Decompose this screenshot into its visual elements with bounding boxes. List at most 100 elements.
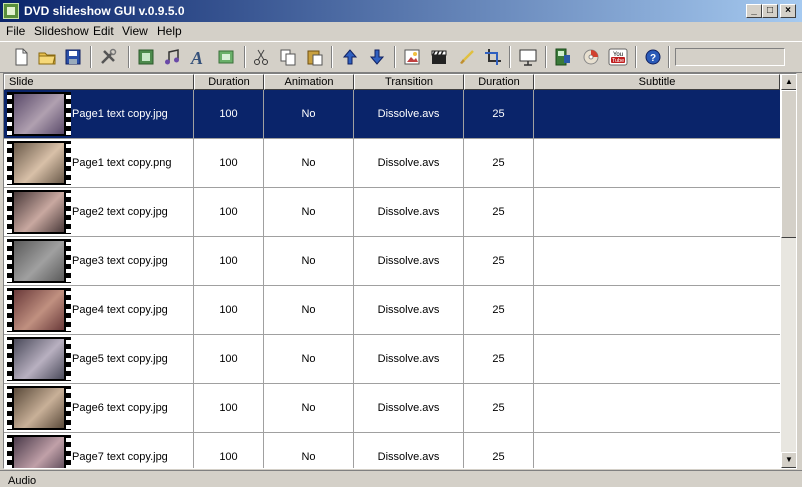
paste-icon[interactable] [305, 47, 325, 67]
table-row[interactable]: Page7 text copy.jpg 100 No Dissolve.avs … [4, 433, 780, 468]
duration-cell: 100 [194, 237, 264, 285]
slide-thumbnail [7, 239, 71, 283]
window-title: DVD slideshow GUI v.0.9.5.0 [24, 4, 185, 18]
column-header-slide[interactable]: Slide [4, 74, 194, 90]
brush-icon[interactable] [456, 47, 476, 67]
text-icon[interactable]: A [188, 47, 208, 67]
svg-text:A: A [190, 48, 203, 67]
menu-file[interactable]: File [6, 24, 25, 38]
subtitle-cell [534, 433, 780, 468]
table-row[interactable]: Page1 text copy.jpg 100 No Dissolve.avs … [4, 90, 780, 139]
transition-cell: Dissolve.avs [354, 335, 464, 383]
minimize-button[interactable]: _ [746, 4, 762, 18]
column-header-duration[interactable]: Duration [194, 74, 264, 90]
menu-view[interactable]: View [122, 24, 148, 38]
youtube-icon[interactable]: You Tube [608, 47, 628, 67]
slide-name-cell: Page1 text copy.jpg [4, 90, 194, 138]
subtitle-cell [534, 286, 780, 334]
table-row[interactable]: Page1 text copy.png 100 No Dissolve.avs … [4, 139, 780, 188]
table-row[interactable]: Page2 text copy.jpg 100 No Dissolve.avs … [4, 188, 780, 237]
add-slide-icon[interactable] [136, 47, 156, 67]
transition-cell: Dissolve.avs [354, 433, 464, 468]
vertical-scrollbar[interactable]: ▲ ▼ [781, 74, 796, 468]
animation-cell: No [264, 139, 354, 187]
transition-duration-cell: 25 [464, 335, 534, 383]
clapperboard-icon[interactable] [429, 47, 449, 67]
animation-cell: No [264, 335, 354, 383]
picture-icon[interactable] [216, 47, 236, 67]
preview-icon[interactable] [518, 47, 538, 67]
scroll-down-button[interactable]: ▼ [781, 452, 796, 468]
column-header-transition-duration[interactable]: Duration [464, 74, 534, 90]
toolbar-separator [128, 46, 130, 68]
open-folder-icon[interactable] [37, 47, 57, 67]
crop-icon[interactable] [483, 47, 503, 67]
transition-duration-cell: 25 [464, 433, 534, 468]
music-icon[interactable] [162, 47, 182, 67]
slide-thumbnail [7, 288, 71, 332]
animation-cell: No [264, 286, 354, 334]
help-icon[interactable]: ? [643, 47, 663, 67]
slide-filename: Page7 text copy.jpg [72, 451, 168, 463]
animation-cell: No [264, 237, 354, 285]
transition-cell: Dissolve.avs [354, 188, 464, 236]
table-row[interactable]: Page5 text copy.jpg 100 No Dissolve.avs … [4, 335, 780, 384]
slide-filename: Page6 text copy.jpg [72, 402, 168, 414]
new-file-icon[interactable] [11, 47, 31, 67]
transition-duration-cell: 25 [464, 237, 534, 285]
transition-duration-cell: 25 [464, 384, 534, 432]
column-header-transition[interactable]: Transition [354, 74, 464, 90]
move-up-icon[interactable] [340, 47, 360, 67]
menu-slideshow[interactable]: Slideshow [34, 24, 89, 38]
bottom-panel-divider [0, 470, 802, 484]
toolbar-separator [509, 46, 511, 68]
duration-cell: 100 [194, 335, 264, 383]
animation-cell: No [264, 384, 354, 432]
transition-cell: Dissolve.avs [354, 139, 464, 187]
slide-thumbnail [7, 337, 71, 381]
transition-duration-cell: 25 [464, 188, 534, 236]
table-row[interactable]: Page3 text copy.jpg 100 No Dissolve.avs … [4, 237, 780, 286]
column-header-animation[interactable]: Animation [264, 74, 354, 90]
slide-name-cell: Page2 text copy.jpg [4, 188, 194, 236]
transition-cell: Dissolve.avs [354, 286, 464, 334]
slide-name-cell: Page7 text copy.jpg [4, 433, 194, 468]
table-row[interactable]: Page6 text copy.jpg 100 No Dissolve.avs … [4, 384, 780, 433]
table-row[interactable]: Page4 text copy.jpg 100 No Dissolve.avs … [4, 286, 780, 335]
cut-icon[interactable] [251, 47, 271, 67]
duration-cell: 100 [194, 384, 264, 432]
toolbar-input[interactable] [675, 48, 785, 66]
maximize-button[interactable]: □ [762, 4, 778, 18]
encode-dvd-icon[interactable] [553, 47, 573, 67]
edit-image-icon[interactable] [402, 47, 422, 67]
burn-disc-icon[interactable] [581, 47, 601, 67]
slide-filename: Page5 text copy.jpg [72, 353, 168, 365]
save-icon[interactable] [63, 47, 83, 67]
toolbar-separator [244, 46, 246, 68]
title-bar: DVD slideshow GUI v.0.9.5.0 _ □ × [0, 0, 802, 22]
toolbar-separator [394, 46, 396, 68]
app-icon [3, 3, 19, 19]
menu-bar: File Slideshow Edit View Help [0, 22, 802, 40]
transition-cell: Dissolve.avs [354, 384, 464, 432]
transition-cell: Dissolve.avs [354, 237, 464, 285]
transition-duration-cell: 25 [464, 90, 534, 138]
copy-icon[interactable] [278, 47, 298, 67]
menu-help[interactable]: Help [157, 24, 182, 38]
toolbar-separator [545, 46, 547, 68]
column-header-subtitle[interactable]: Subtitle [534, 74, 780, 90]
scroll-up-button[interactable]: ▲ [781, 74, 796, 90]
tools-icon[interactable] [98, 47, 118, 67]
svg-text:?: ? [650, 53, 656, 64]
close-button[interactable]: × [780, 4, 796, 18]
slide-filename: Page2 text copy.jpg [72, 206, 168, 218]
menu-edit[interactable]: Edit [93, 24, 114, 38]
slide-filename: Page4 text copy.jpg [72, 304, 168, 316]
scroll-thumb[interactable] [781, 90, 796, 238]
duration-cell: 100 [194, 433, 264, 468]
move-down-icon[interactable] [367, 47, 387, 67]
audio-panel-label: Audio [8, 475, 37, 487]
transition-cell: Dissolve.avs [354, 90, 464, 138]
slide-name-cell: Page5 text copy.jpg [4, 335, 194, 383]
slides-grid: Slide Duration Animation Transition Dura… [3, 73, 797, 469]
